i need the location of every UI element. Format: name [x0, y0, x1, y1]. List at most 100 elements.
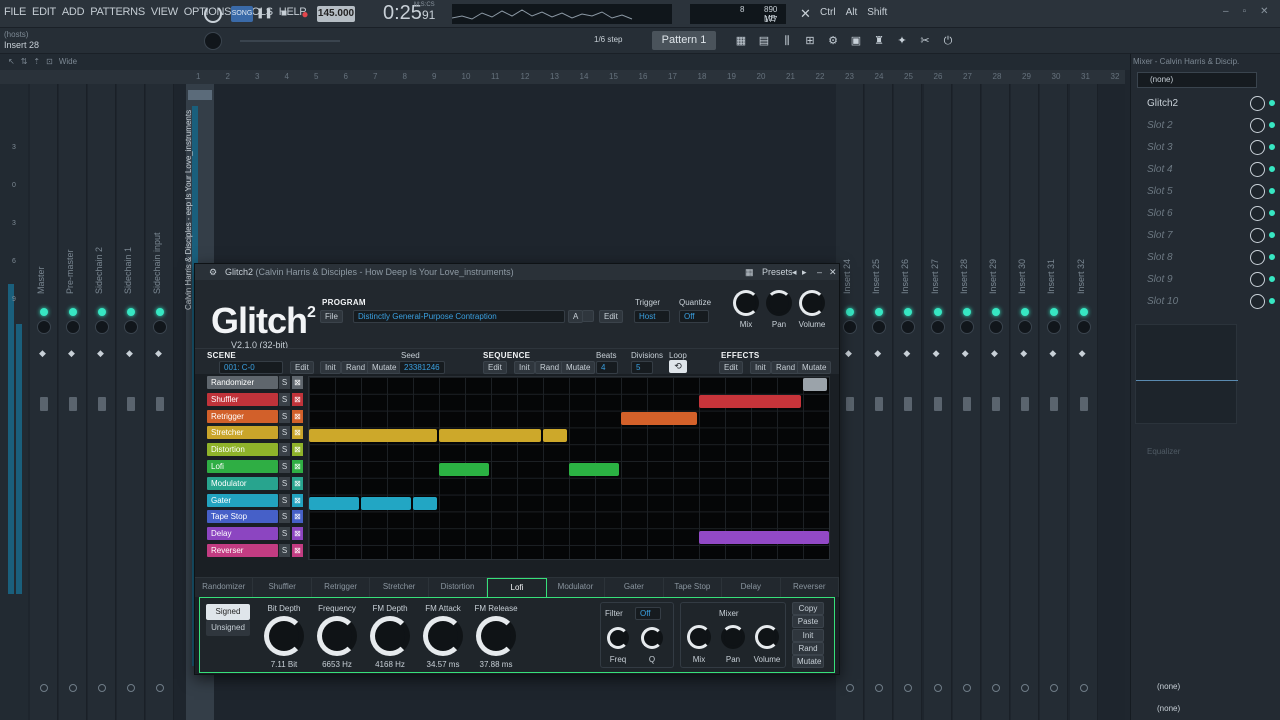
track-retrigger[interactable]: Retrigger — [207, 409, 278, 423]
route-indicator[interactable] — [904, 684, 913, 692]
slot-enable-led[interactable] — [1269, 166, 1275, 172]
unsigned-button[interactable]: Unsigned — [206, 620, 250, 636]
tempo-display[interactable]: 145.000 — [317, 6, 355, 22]
slot-mix-knob[interactable] — [1250, 206, 1265, 221]
solo-button[interactable]: S — [279, 392, 290, 406]
effects-init-button[interactable]: Init — [750, 361, 771, 374]
stereo-icon[interactable]: ◆ — [903, 348, 910, 359]
scene-selector[interactable]: 001: C-0 — [219, 361, 283, 374]
stereo-icon[interactable]: ◆ — [845, 348, 852, 359]
strip-led[interactable] — [1050, 308, 1059, 316]
solo-button[interactable]: S — [279, 426, 290, 440]
fx-slot[interactable]: Slot 6 — [1135, 204, 1277, 224]
file-button[interactable]: File — [320, 310, 343, 323]
sequence-grid[interactable] — [308, 376, 830, 560]
stretcher-block[interactable] — [309, 429, 437, 442]
strip-led[interactable] — [846, 308, 854, 316]
fx-slot[interactable]: Slot 3 — [1135, 138, 1277, 158]
solo-button[interactable]: S — [279, 544, 290, 557]
solo-button[interactable]: S — [279, 376, 290, 389]
tab-lofi[interactable]: Lofi — [487, 578, 547, 597]
pan-knob[interactable] — [1047, 320, 1062, 334]
lofi-mix-knob[interactable] — [687, 625, 711, 649]
pan-knob[interactable] — [901, 320, 916, 334]
volume-fader[interactable] — [40, 397, 48, 411]
shift-key[interactable]: Shift — [867, 7, 887, 18]
signed-button[interactable]: Signed — [206, 604, 250, 620]
pick-icon[interactable]: ✂ — [916, 32, 934, 50]
pan-knob[interactable] — [124, 320, 138, 334]
stereo-icon[interactable]: ◆ — [962, 348, 969, 359]
gater-block[interactable] — [361, 497, 411, 510]
pan-knob[interactable] — [37, 320, 51, 334]
record-icon[interactable]: ● — [298, 6, 312, 22]
menu-add[interactable]: ADD — [62, 6, 85, 18]
browser-icon[interactable]: ⚙ — [824, 32, 842, 50]
filter-selector[interactable]: Off — [635, 607, 661, 620]
tab-modulator[interactable]: Modulator — [547, 578, 606, 597]
master-volume-slider[interactable] — [240, 40, 340, 42]
track-reverser[interactable]: Reverser — [207, 544, 278, 557]
pan-knob[interactable] — [766, 290, 792, 316]
scene-edit-button[interactable]: Edit — [290, 361, 314, 374]
trigger-selector[interactable]: Host — [634, 310, 670, 323]
lofi-block[interactable] — [569, 463, 619, 476]
slot-mix-knob[interactable] — [1250, 294, 1265, 309]
sequence-mutate-button[interactable]: Mutate — [561, 361, 596, 374]
slot-enable-led[interactable] — [1269, 254, 1275, 260]
stereo-icon[interactable]: ◆ — [1049, 348, 1056, 359]
mixer-strip[interactable]: Insert 28 ◆ — [952, 84, 981, 720]
track-stretcher[interactable]: Stretcher — [207, 426, 278, 440]
tab-retrigger[interactable]: Retrigger — [312, 578, 371, 597]
pan-knob[interactable] — [959, 320, 974, 334]
mixer-strip[interactable]: Insert 24 ◆ — [836, 84, 864, 720]
tab-gater[interactable]: Gater — [605, 578, 664, 597]
tab-delay[interactable]: Delay — [722, 578, 781, 597]
output-2[interactable]: (none) — [1157, 704, 1180, 713]
q-knob[interactable] — [641, 627, 663, 649]
divisions-field[interactable]: 5 — [631, 361, 653, 374]
route-indicator[interactable] — [1021, 684, 1030, 692]
track-randomizer[interactable]: Randomizer — [207, 376, 278, 389]
randomize-icon[interactable]: ⊠ — [292, 493, 303, 507]
program-selector[interactable]: Distinctly General-Purpose Contraption — [353, 310, 565, 323]
randomize-icon[interactable]: ⊠ — [292, 376, 303, 389]
slot-mix-knob[interactable] — [1250, 272, 1265, 287]
volume-fader[interactable] — [846, 397, 854, 411]
menu-file[interactable]: FILE — [4, 6, 26, 18]
wand-icon[interactable]: ✦ — [893, 32, 911, 50]
tab-randomizer[interactable]: Randomizer — [195, 578, 254, 597]
marker-tool-icon[interactable]: ⊡ — [46, 57, 53, 66]
stop-icon[interactable]: ■ — [277, 6, 291, 22]
tab-shuffler[interactable]: Shuffler — [253, 578, 312, 597]
quantize-selector[interactable]: Off — [679, 310, 709, 323]
route-indicator[interactable] — [127, 684, 135, 692]
wide-label[interactable]: Wide — [59, 57, 77, 66]
pattern-selector[interactable]: Pattern 1 — [652, 31, 716, 50]
pan-knob[interactable] — [843, 320, 857, 334]
strip-led[interactable] — [904, 308, 913, 316]
route-indicator[interactable] — [1050, 684, 1059, 692]
stereo-icon[interactable]: ◆ — [126, 348, 133, 359]
track-tape-stop[interactable]: Tape Stop — [207, 510, 278, 524]
randomize-icon[interactable]: ⊠ — [292, 460, 303, 473]
freq-knob[interactable] — [607, 627, 629, 649]
mixer-strip[interactable]: Sidechain 1 ◆ — [117, 84, 145, 720]
preset-selector[interactable]: (none) — [1137, 72, 1257, 88]
track-delay[interactable]: Delay — [207, 527, 278, 541]
mixer-strip[interactable]: Sidechain input ◆ — [146, 84, 174, 720]
randomize-icon[interactable]: ⊠ — [292, 544, 303, 557]
volume-fader[interactable] — [98, 397, 106, 411]
minimize-icon[interactable]: – — [1223, 6, 1229, 17]
clipboard-icon[interactable]: ▣ — [847, 32, 865, 50]
solo-button[interactable]: S — [279, 493, 290, 507]
mixer-strip[interactable]: Insert 32 ◆ — [1069, 84, 1098, 720]
track-lofi[interactable]: Lofi — [207, 460, 278, 473]
fx-slot[interactable]: Slot 2 — [1135, 116, 1277, 136]
strip-led[interactable] — [875, 308, 884, 316]
strip-led[interactable] — [1021, 308, 1030, 316]
menu-edit[interactable]: EDIT — [32, 6, 56, 18]
solo-button[interactable]: S — [279, 443, 290, 457]
maximize-icon[interactable]: ▫ — [1243, 6, 1247, 17]
volume-fader[interactable] — [992, 397, 1000, 411]
